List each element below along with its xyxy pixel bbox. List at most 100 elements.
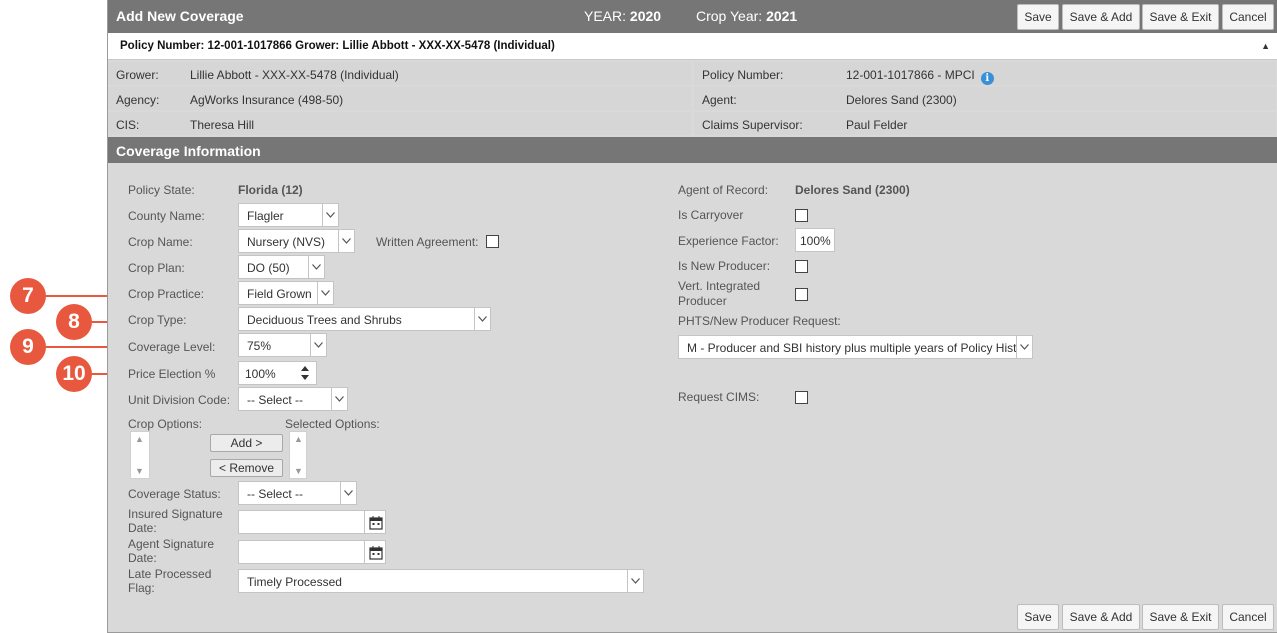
coverage-status-label: Coverage Status: bbox=[128, 487, 221, 501]
dialog-title: Add New Coverage bbox=[116, 8, 244, 24]
policy-state-value: Florida (12) bbox=[238, 183, 303, 197]
grower-value: Lillie Abbott - XXX-XX-5478 (Individual) bbox=[190, 68, 399, 82]
callout-8: 8 bbox=[56, 304, 92, 340]
experience-factor-value: 100% bbox=[800, 234, 831, 248]
late-processed-flag-label: Late Processed Flag: bbox=[128, 567, 212, 595]
crop-name-select-value: Nursery (NVS) bbox=[247, 235, 326, 249]
price-election-label: Price Election % bbox=[128, 367, 216, 381]
late-processed-flag-select[interactable]: Timely Processed bbox=[238, 569, 644, 593]
chevron-down-icon bbox=[338, 230, 354, 252]
phts-select[interactable]: M - Producer and SBI history plus multip… bbox=[678, 335, 1033, 359]
insured-signature-date-input[interactable] bbox=[238, 510, 365, 534]
stepper-arrows-icon[interactable] bbox=[294, 362, 316, 384]
vert-integrated-checkbox[interactable] bbox=[795, 288, 808, 301]
price-election-stepper[interactable]: 100% bbox=[238, 361, 317, 385]
agency-cell: Agency: AgWorks Insurance (498-50) bbox=[108, 87, 691, 110]
chevron-down-icon bbox=[310, 334, 326, 356]
add-option-button[interactable]: Add > bbox=[210, 434, 283, 452]
agent-signature-date-input[interactable] bbox=[238, 540, 365, 564]
chevron-down-icon bbox=[340, 482, 356, 504]
coverage-info-section-header: Coverage Information bbox=[108, 137, 1277, 163]
claims-supervisor-cell: Claims Supervisor: Paul Felder bbox=[694, 112, 1276, 135]
selected-options-label: Selected Options: bbox=[285, 417, 380, 431]
policy-number-value: 12-001-1017866 - MPCI i bbox=[846, 68, 994, 85]
crop-options-list[interactable]: ▲ ▼ bbox=[130, 431, 150, 479]
cancel-button[interactable]: Cancel bbox=[1222, 4, 1274, 30]
unit-division-select[interactable]: -- Select -- bbox=[238, 387, 348, 411]
crop-options-label: Crop Options: bbox=[128, 417, 203, 431]
info-row-cis: CIS: Theresa Hill Claims Supervisor: Pau… bbox=[108, 112, 1277, 136]
chevron-down-icon bbox=[331, 388, 347, 410]
crop-plan-select[interactable]: DO (50) bbox=[238, 255, 325, 279]
insured-signature-label: Insured Signature Date: bbox=[128, 507, 223, 535]
scroll-down-icon[interactable]: ▼ bbox=[135, 466, 144, 476]
chevron-down-icon bbox=[308, 256, 324, 278]
price-election-value: 100% bbox=[245, 367, 276, 381]
save-exit-button[interactable]: Save & Exit bbox=[1142, 4, 1219, 30]
unit-division-label: Unit Division Code: bbox=[128, 393, 231, 407]
experience-factor-label: Experience Factor: bbox=[678, 234, 779, 248]
save-button[interactable]: Save bbox=[1017, 4, 1059, 30]
collapse-caret-icon[interactable]: ▲ bbox=[1261, 41, 1270, 51]
cis-value: Theresa Hill bbox=[190, 118, 255, 132]
written-agreement-checkbox[interactable] bbox=[486, 235, 499, 248]
cis-label: CIS: bbox=[116, 118, 140, 132]
section-title: Coverage Information bbox=[116, 143, 261, 159]
chevron-down-icon bbox=[317, 282, 333, 304]
info-row-agency: Agency: AgWorks Insurance (498-50) Agent… bbox=[108, 87, 1277, 111]
claims-supervisor-value: Paul Felder bbox=[846, 118, 908, 132]
dialog-header: Add New Coverage YEAR: 2020 Crop Year: 2… bbox=[108, 0, 1277, 33]
agency-label: Agency: bbox=[116, 93, 160, 107]
county-select[interactable]: Flagler bbox=[238, 203, 339, 227]
save-button-bottom[interactable]: Save bbox=[1017, 604, 1059, 630]
policy-summary-text: Policy Number: 12-001-1017866 Grower: Li… bbox=[120, 40, 555, 52]
phts-label: PHTS/New Producer Request: bbox=[678, 314, 841, 328]
crop-name-label: Crop Name: bbox=[128, 235, 193, 249]
agent-value: Delores Sand (2300) bbox=[846, 93, 957, 107]
grower-cell: Grower: Lillie Abbott - XXX-XX-5478 (Ind… bbox=[108, 62, 691, 85]
agent-label: Agent: bbox=[702, 93, 737, 107]
cancel-button-bottom[interactable]: Cancel bbox=[1222, 604, 1274, 630]
experience-factor-input[interactable]: 100% bbox=[795, 228, 835, 252]
crop-type-select[interactable]: Deciduous Trees and Shrubs bbox=[238, 307, 491, 331]
county-label: County Name: bbox=[128, 209, 205, 223]
crop-practice-select-value: Field Grown bbox=[247, 287, 312, 301]
chevron-down-icon bbox=[322, 204, 338, 226]
is-new-producer-checkbox[interactable] bbox=[795, 260, 808, 273]
crop-name-select[interactable]: Nursery (NVS) bbox=[238, 229, 355, 253]
callout-10: 10 bbox=[56, 356, 92, 392]
save-add-button[interactable]: Save & Add bbox=[1062, 4, 1140, 30]
coverage-status-select[interactable]: -- Select -- bbox=[238, 481, 357, 505]
info-row-grower: Grower: Lillie Abbott - XXX-XX-5478 (Ind… bbox=[108, 62, 1277, 86]
chevron-down-icon bbox=[474, 308, 490, 330]
scroll-up-icon[interactable]: ▲ bbox=[294, 434, 303, 444]
policy-summary-bar[interactable]: Policy Number: 12-001-1017866 Grower: Li… bbox=[108, 33, 1277, 60]
agency-value: AgWorks Insurance (498-50) bbox=[190, 93, 344, 107]
cis-cell: CIS: Theresa Hill bbox=[108, 112, 691, 135]
request-cims-checkbox[interactable] bbox=[795, 391, 808, 404]
scroll-up-icon[interactable]: ▲ bbox=[135, 434, 144, 444]
selected-options-list[interactable]: ▲ ▼ bbox=[289, 431, 307, 479]
coverage-status-select-value: -- Select -- bbox=[247, 487, 304, 501]
save-exit-button-bottom[interactable]: Save & Exit bbox=[1142, 604, 1219, 630]
crop-year-display: Crop Year: 2021 bbox=[696, 8, 798, 24]
crop-type-select-value: Deciduous Trees and Shrubs bbox=[247, 313, 402, 327]
policy-number-label: Policy Number: bbox=[702, 68, 784, 82]
callout-7: 7 bbox=[10, 278, 46, 314]
is-carryover-label: Is Carryover bbox=[678, 208, 744, 222]
crop-practice-label: Crop Practice: bbox=[128, 287, 205, 301]
crop-plan-select-value: DO (50) bbox=[247, 261, 290, 275]
agent-of-record-value: Delores Sand (2300) bbox=[795, 183, 910, 197]
calendar-icon[interactable] bbox=[364, 540, 386, 564]
save-add-button-bottom[interactable]: Save & Add bbox=[1062, 604, 1140, 630]
grower-label: Grower: bbox=[116, 68, 159, 82]
calendar-icon[interactable] bbox=[364, 510, 386, 534]
is-carryover-checkbox[interactable] bbox=[795, 209, 808, 222]
coverage-level-select[interactable]: 75% bbox=[238, 333, 327, 357]
claims-supervisor-label: Claims Supervisor: bbox=[702, 118, 803, 132]
info-icon[interactable]: i bbox=[980, 72, 994, 85]
scroll-down-icon[interactable]: ▼ bbox=[294, 466, 303, 476]
vert-integrated-label: Vert. Integrated Producer bbox=[678, 279, 761, 308]
crop-practice-select[interactable]: Field Grown bbox=[238, 281, 334, 305]
remove-option-button[interactable]: < Remove bbox=[210, 459, 283, 477]
